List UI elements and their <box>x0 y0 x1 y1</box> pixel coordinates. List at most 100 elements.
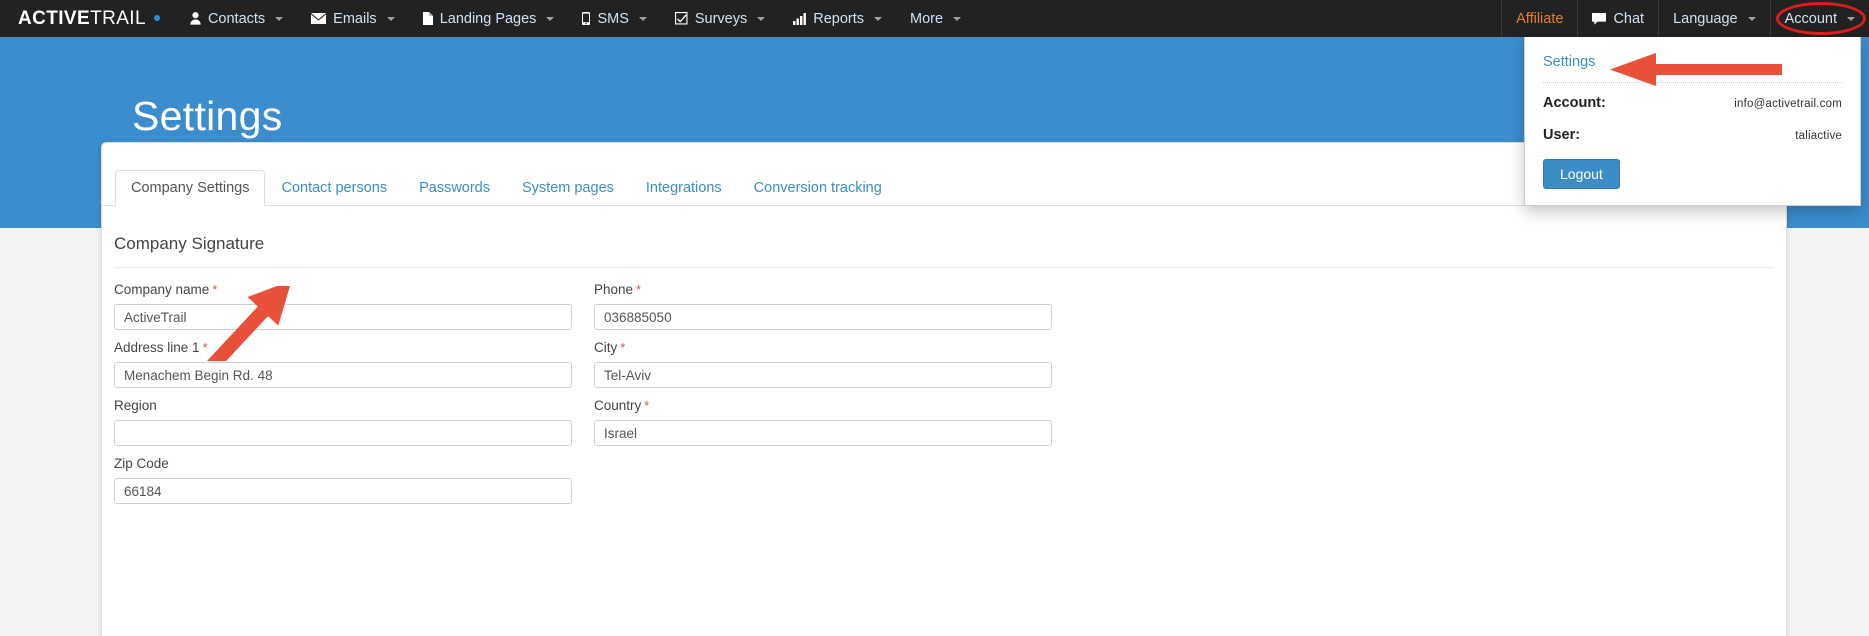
chat-icon <box>1592 12 1607 25</box>
field-label: Country * <box>594 398 1052 413</box>
logo-text-secondary: TRAIL <box>90 7 146 29</box>
field-city: City * <box>594 340 1052 388</box>
dropdown-user-value: taliactive <box>1795 130 1842 142</box>
tab-conversion-tracking[interactable]: Conversion tracking <box>738 170 898 206</box>
company-name-input[interactable] <box>114 304 572 330</box>
city-input[interactable] <box>594 362 1052 388</box>
field-label: Company name * <box>114 282 572 297</box>
chevron-down-icon <box>638 16 647 21</box>
logo-dot-icon <box>153 15 160 21</box>
dropdown-settings-link[interactable]: Settings <box>1543 51 1842 82</box>
account-dropdown-panel: Settings Account: info@activetrail.com U… <box>1524 37 1861 206</box>
zip-code-input[interactable] <box>114 478 572 504</box>
check-square-icon <box>674 12 688 25</box>
dropdown-user-label: User: <box>1543 127 1581 143</box>
envelope-icon <box>311 13 327 24</box>
nav-label-language: Language <box>1673 10 1738 27</box>
chevron-down-icon <box>546 16 555 21</box>
nav-item-contacts[interactable]: Contacts <box>176 0 297 37</box>
form-row: Address line 1* City* <box>114 340 1774 388</box>
tab-passwords[interactable]: Passwords <box>403 170 506 206</box>
field-label-text: Country <box>594 398 642 413</box>
chevron-down-icon <box>275 16 284 21</box>
chevron-down-icon <box>874 16 883 21</box>
field-label-text: Company name <box>114 282 210 297</box>
nav-label-landing-pages: Landing Pages <box>439 10 537 27</box>
activetrail-logo[interactable]: ACTIVE TRAIL <box>0 0 176 37</box>
field-label-text: Region <box>114 398 157 413</box>
nav-label-reports: Reports <box>813 10 865 27</box>
nav-item-more[interactable]: More <box>896 0 975 37</box>
page-icon <box>422 12 433 25</box>
nav-label-emails: Emails <box>333 10 377 27</box>
nav-item-language[interactable]: Language <box>1658 0 1770 37</box>
region-input[interactable] <box>114 420 572 446</box>
section-title: Company Signature <box>114 234 265 253</box>
form-row: Zip Code <box>114 456 1774 504</box>
required-marker: * <box>620 340 626 355</box>
field-label: City * <box>594 340 1052 355</box>
dropdown-account-value: info@activetrail.com <box>1734 98 1842 110</box>
tab-contact-persons[interactable]: Contact persons <box>265 170 403 206</box>
bar-chart-icon <box>793 12 807 25</box>
field-label-text: Zip Code <box>114 456 169 471</box>
dropdown-account-row: Account: info@activetrail.com <box>1543 95 1842 111</box>
logo-text-primary: ACTIVE <box>18 7 91 29</box>
form-row: Region Country * <box>114 398 1774 446</box>
page-title: Settings <box>132 93 283 139</box>
nav-item-chat[interactable]: Chat <box>1577 0 1658 37</box>
country-input[interactable] <box>594 420 1052 446</box>
form-row: Company name* Phone* <box>114 282 1774 330</box>
nav-item-surveys[interactable]: Surveys <box>661 0 779 37</box>
nav-label-more: More <box>910 10 944 27</box>
chevron-down-icon <box>386 16 395 21</box>
required-marker: * <box>644 398 650 413</box>
tab-company-settings[interactable]: Company Settings <box>115 170 266 206</box>
logout-button[interactable]: Logout <box>1543 159 1620 189</box>
required-marker: * <box>202 340 208 355</box>
page-root: ACTIVE TRAIL Contacts Emails Landing Page… <box>0 0 1869 636</box>
nav-label-surveys: Surveys <box>694 10 748 27</box>
nav-left-group: Contacts Emails Landing Pages SMS Survey… <box>176 0 975 37</box>
nav-label-contacts: Contacts <box>207 10 266 27</box>
required-marker: * <box>636 282 642 297</box>
mobile-icon <box>582 12 591 25</box>
field-label-text: Address line 1 <box>114 340 200 355</box>
field-label: Phone * <box>594 282 1052 297</box>
top-navbar: ACTIVE TRAIL Contacts Emails Landing Page… <box>0 0 1869 37</box>
nav-item-landing-pages[interactable]: Landing Pages <box>409 0 569 37</box>
field-zip-code: Zip Code <box>114 456 572 504</box>
chevron-down-icon <box>1747 16 1756 21</box>
tab-system-pages[interactable]: System pages <box>506 170 630 206</box>
chevron-down-icon <box>953 16 962 21</box>
dropdown-divider <box>1543 82 1842 83</box>
nav-item-account[interactable]: Account <box>1769 0 1869 37</box>
nav-label-sms: SMS <box>597 10 629 27</box>
field-phone: Phone * <box>594 282 1052 330</box>
field-country: Country * <box>594 398 1052 446</box>
field-label: Address line 1 * <box>114 340 572 355</box>
field-label-text: City <box>594 340 618 355</box>
nav-label-chat: Chat <box>1613 10 1645 27</box>
company-signature-form: Company name* Phone* Address line 1* Cit… <box>102 268 1786 504</box>
phone-input[interactable] <box>594 304 1052 330</box>
nav-item-affiliate[interactable]: Affiliate <box>1501 0 1577 37</box>
nav-label-account: Account <box>1784 10 1837 27</box>
dropdown-account-label: Account: <box>1543 95 1606 111</box>
nav-right-group: Affiliate Chat Language Account <box>1501 0 1869 37</box>
person-icon <box>190 12 201 25</box>
nav-item-reports[interactable]: Reports <box>779 0 896 37</box>
field-label: Zip Code <box>114 456 572 471</box>
nav-item-sms[interactable]: SMS <box>568 0 660 37</box>
chevron-down-icon <box>1847 16 1855 21</box>
tab-integrations[interactable]: Integrations <box>630 170 738 206</box>
nav-label-affiliate: Affiliate <box>1516 10 1564 27</box>
required-marker: * <box>212 282 218 297</box>
address-line-1-input[interactable] <box>114 362 572 388</box>
settings-card: Company Settings Contact persons Passwor… <box>101 142 1787 636</box>
chevron-down-icon <box>757 16 766 21</box>
field-label-text: Phone <box>594 282 634 297</box>
field-label: Region <box>114 398 572 413</box>
nav-item-emails[interactable]: Emails <box>297 0 409 37</box>
field-address-line-1: Address line 1 * <box>114 340 572 388</box>
